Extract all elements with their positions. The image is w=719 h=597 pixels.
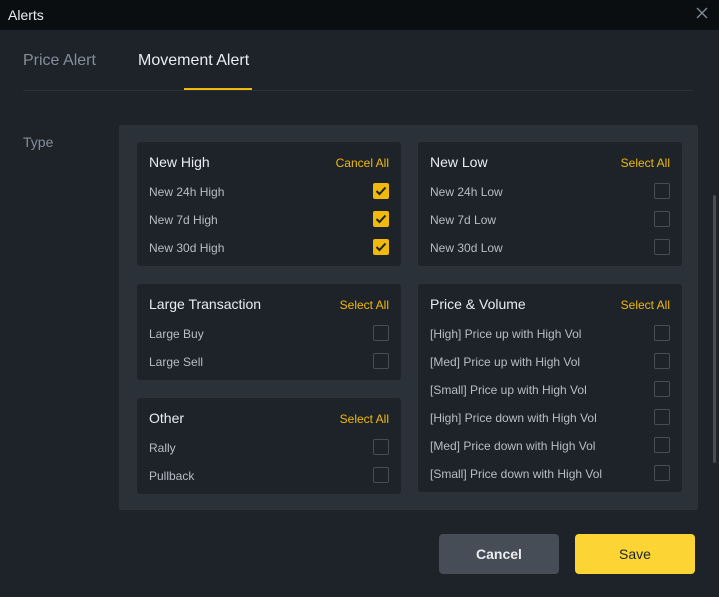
select-all-button[interactable]: Select All <box>340 412 389 426</box>
checkbox[interactable] <box>654 409 670 425</box>
group-title: Price & Volume <box>430 296 526 312</box>
list-item[interactable]: [Med] Price down with High Vol <box>430 436 670 456</box>
group-large-transaction: Large Transaction Select All Large Buy L… <box>137 284 401 380</box>
checkbox[interactable] <box>654 465 670 481</box>
checkbox[interactable] <box>373 183 389 199</box>
option-label: Pullback <box>149 469 195 483</box>
option-label: New 24h High <box>149 185 225 199</box>
checkbox[interactable] <box>654 353 670 369</box>
list-item[interactable]: New 24h High <box>149 182 389 202</box>
cancel-button[interactable]: Cancel <box>439 534 559 574</box>
scrolled-out-content <box>23 84 693 94</box>
group-title: Large Transaction <box>149 296 262 312</box>
group-new-low: New Low Select All New 24h Low New 7d Lo… <box>418 142 682 266</box>
option-label: New 30d High <box>149 241 225 255</box>
checkbox[interactable] <box>654 183 670 199</box>
list-item[interactable]: [High] Price down with High Vol <box>430 408 670 428</box>
group-new-high: New High Cancel All New 24h High New 7d … <box>137 142 401 266</box>
type-panel: New High Cancel All New 24h High New 7d … <box>119 125 698 510</box>
option-label: New 30d Low <box>430 241 503 255</box>
save-button[interactable]: Save <box>575 534 695 574</box>
list-item[interactable]: Large Buy <box>149 324 389 344</box>
type-label: Type <box>23 134 54 150</box>
checkbox[interactable] <box>373 211 389 227</box>
tab-movement-alert[interactable]: Movement Alert <box>138 52 249 70</box>
list-item[interactable]: New 7d Low <box>430 210 670 230</box>
checkbox[interactable] <box>654 211 670 227</box>
check-icon <box>375 214 387 224</box>
scrollbar[interactable] <box>713 195 716 463</box>
option-label: Large Sell <box>149 355 204 369</box>
group-price-volume: Price & Volume Select All [High] Price u… <box>418 284 682 492</box>
option-label: New 7d Low <box>430 213 497 227</box>
check-icon <box>375 242 387 252</box>
group-title: Other <box>149 410 185 426</box>
checkbox[interactable] <box>373 439 389 455</box>
option-label: Large Buy <box>149 327 204 341</box>
list-item[interactable]: New 7d High <box>149 210 389 230</box>
list-item[interactable]: [Med] Price up with High Vol <box>430 352 670 372</box>
checkbox[interactable] <box>654 325 670 341</box>
list-item[interactable]: [High] Price up with High Vol <box>430 324 670 344</box>
title-bar: Alerts <box>0 0 719 30</box>
checkbox[interactable] <box>373 467 389 483</box>
option-label: New 7d High <box>149 213 218 227</box>
checkbox[interactable] <box>654 381 670 397</box>
divider <box>23 90 693 91</box>
group-other: Other Select All Rally Pullback <box>137 398 401 494</box>
option-label: [Med] Price down with High Vol <box>430 439 596 453</box>
option-label: [Small] Price down with High Vol <box>430 467 603 481</box>
checkbox[interactable] <box>373 325 389 341</box>
checkbox[interactable] <box>373 353 389 369</box>
alert-tabs: Price Alert Movement Alert <box>0 30 719 90</box>
group-title: New High <box>149 154 210 170</box>
cancel-all-button[interactable]: Cancel All <box>336 156 389 170</box>
check-icon <box>375 186 387 196</box>
select-all-button[interactable]: Select All <box>621 156 670 170</box>
list-item[interactable]: New 30d High <box>149 238 389 258</box>
option-label: [Small] Price up with High Vol <box>430 383 587 397</box>
option-label: [High] Price up with High Vol <box>430 327 582 341</box>
option-label: Rally <box>149 441 176 455</box>
checkbox[interactable] <box>654 437 670 453</box>
list-item[interactable]: Large Sell <box>149 352 389 372</box>
list-item[interactable]: Pullback <box>149 466 389 486</box>
checkbox[interactable] <box>654 239 670 255</box>
list-item[interactable]: Rally <box>149 438 389 458</box>
window-title: Alerts <box>8 7 44 23</box>
tab-price-alert[interactable]: Price Alert <box>23 52 96 70</box>
option-label: [Med] Price up with High Vol <box>430 355 581 369</box>
list-item[interactable]: New 30d Low <box>430 238 670 258</box>
list-item[interactable]: [Small] Price down with High Vol <box>430 464 670 484</box>
checkbox[interactable] <box>373 239 389 255</box>
group-title: New Low <box>430 154 488 170</box>
list-item[interactable]: [Small] Price up with High Vol <box>430 380 670 400</box>
select-all-button[interactable]: Select All <box>621 298 670 312</box>
option-label: [High] Price down with High Vol <box>430 411 597 425</box>
close-icon[interactable] <box>695 6 709 20</box>
option-label: New 24h Low <box>430 185 503 199</box>
select-all-button[interactable]: Select All <box>340 298 389 312</box>
list-item[interactable]: New 24h Low <box>430 182 670 202</box>
